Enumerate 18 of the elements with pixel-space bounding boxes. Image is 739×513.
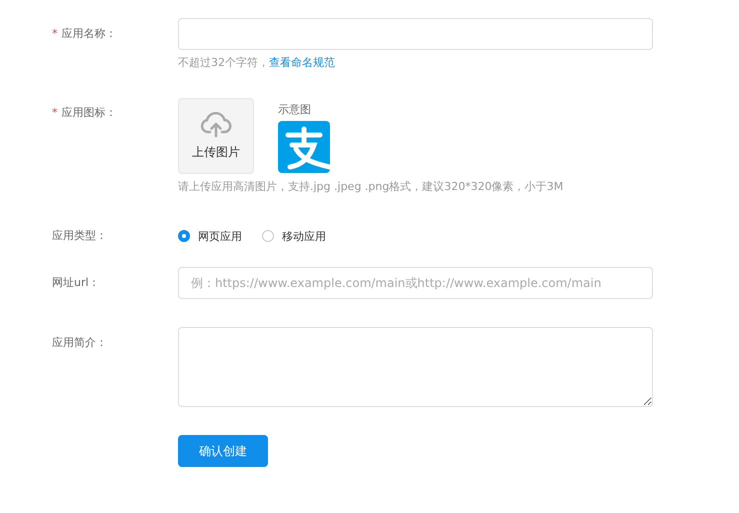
field-label: 网址url： [52, 275, 100, 291]
field-label: 应用名称： [62, 26, 116, 42]
radio-option[interactable]: 网页应用 [178, 228, 242, 244]
upload-button[interactable]: 上传图片 [178, 98, 254, 174]
required-mark: * [52, 105, 58, 121]
description-field[interactable] [178, 327, 653, 407]
sample-label: 示意图 [278, 102, 312, 117]
field-label: 应用图标： [62, 105, 116, 121]
required-mark: * [52, 26, 58, 42]
radio-option[interactable]: 移动应用 [262, 228, 326, 244]
field-label: 应用简介： [52, 335, 107, 351]
hint-text: 不超过32个字符， [178, 56, 269, 69]
text-field[interactable] [178, 18, 653, 50]
cloud-upload-icon [200, 112, 232, 138]
sample-app-icon [278, 121, 330, 173]
field-label: 应用类型： [52, 228, 107, 244]
hint-text: 请上传应用高清图片，支持.jpg .jpeg .png格式，建议320*320像素，小于3M [178, 179, 564, 194]
text-field[interactable]: 例：https://www.example.com/main或http://www.example.com/main [178, 267, 653, 299]
